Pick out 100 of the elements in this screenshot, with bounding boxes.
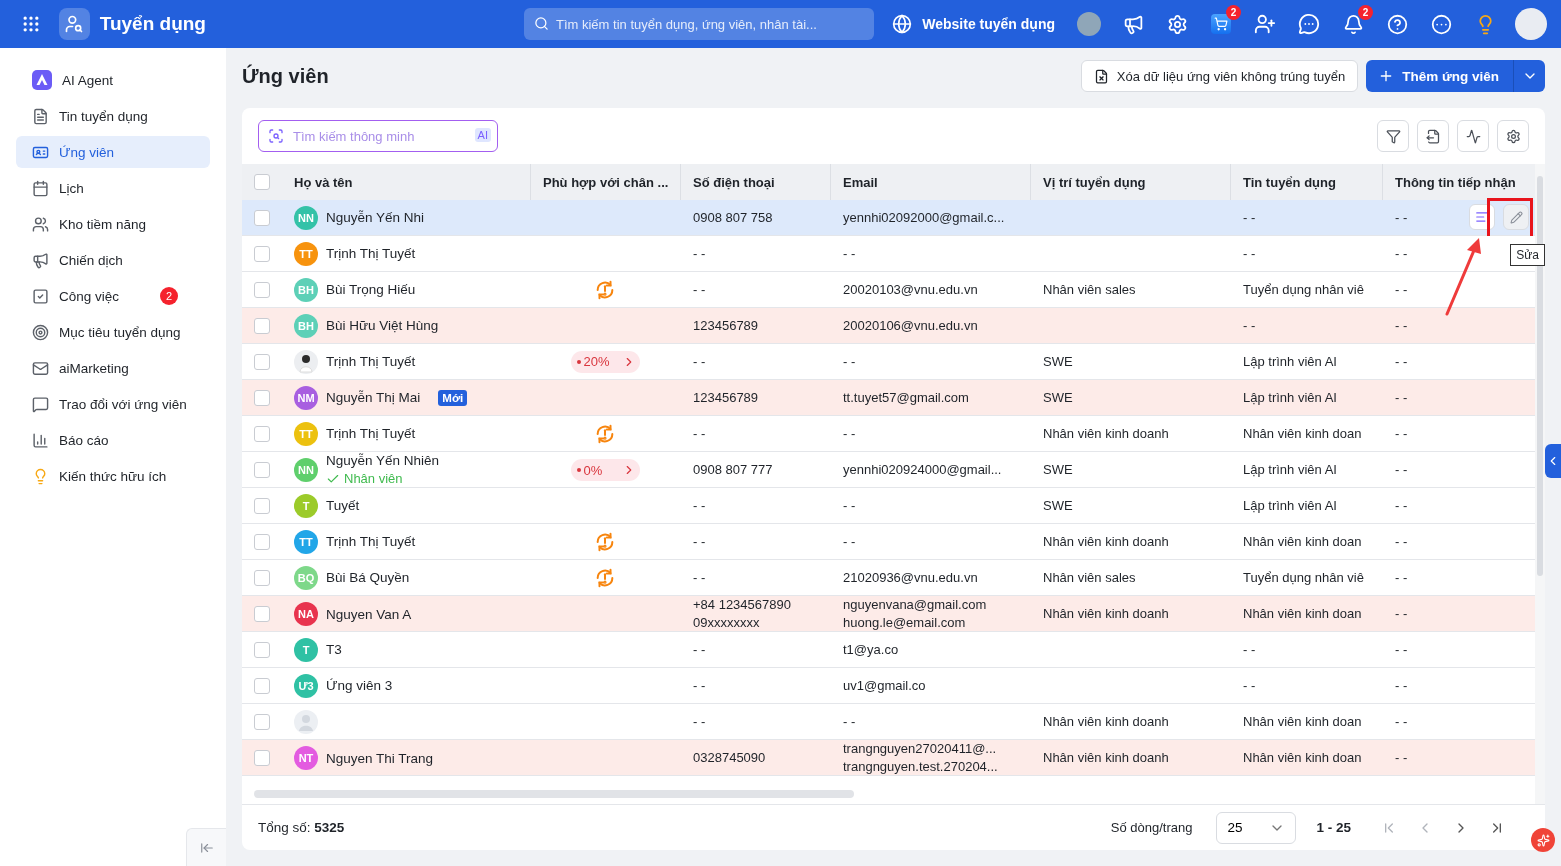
candidate-name[interactable]: T3: [326, 642, 342, 657]
table-row[interactable]: NT Nguyen Thi Trang 0328745090 trangnguyen27020411@... trangnguyen.test.270204... Nhân viên kinh doanh Nhân viên kinh doan - -: [242, 740, 1535, 776]
email-text: - -: [843, 532, 856, 551]
row-checkbox[interactable]: [254, 641, 270, 658]
table-row[interactable]: NA Nguyen Van A +84 1234567890 09xxxxxxxx nguyenvana@gmail.com huong.le@email.com Nhân viên kinh doanh Nhân viên kinh doan - -: [242, 596, 1535, 632]
candidate-name[interactable]: Bùi Hữu Việt Hùng: [326, 318, 439, 333]
candidate-name[interactable]: Tuyết: [326, 498, 360, 513]
job-post-text: - -: [1243, 244, 1256, 263]
match-score-tag[interactable]: 0%: [570, 459, 640, 481]
candidate-name[interactable]: Nguyen Thi Trang: [326, 750, 434, 766]
row-checkbox[interactable]: [254, 713, 270, 730]
row-checkbox[interactable]: [254, 533, 270, 550]
job-post-text: Nhân viên kinh doan: [1243, 532, 1362, 551]
sidebar-item[interactable]: Mục tiêu tuyển dụng: [16, 316, 210, 348]
intake-text: - -: [1395, 280, 1408, 299]
row-checkbox[interactable]: [254, 606, 270, 622]
target-icon: [32, 323, 49, 341]
job-post-text: Nhân viên kinh doan: [1243, 749, 1362, 767]
phone-text: 123456789: [693, 316, 759, 335]
phone-text: 0908 807 777: [693, 461, 773, 479]
assistant-button[interactable]: [1531, 828, 1555, 852]
candidate-name[interactable]: Bùi Trọng Hiếu: [326, 282, 416, 297]
column-header[interactable]: Họ và tên: [282, 164, 530, 200]
edit-button[interactable]: [1503, 204, 1529, 230]
user-avatar[interactable]: [1515, 8, 1547, 40]
table-row[interactable]: NM Nguyễn Thị Mai Mới 123456789 tt.tuyet57@gmail.com SWE Lập trình viên AI - -: [242, 380, 1535, 416]
select-all-checkbox[interactable]: [254, 174, 270, 190]
phone-text: - -: [693, 568, 706, 587]
phone-text: - -: [693, 532, 706, 551]
intake-text: - -: [1395, 244, 1408, 263]
sidebar-item[interactable]: Chiến dịch: [16, 244, 210, 276]
table-row[interactable]: BH Bùi Hữu Việt Hùng 123456789 20020106@vnu.edu.vn - - - -: [242, 308, 1535, 344]
sidebar-item[interactable]: aiMarketing: [16, 352, 210, 384]
email-text: yennhi020924000@gmail...: [843, 461, 1002, 479]
phone-text: - -: [693, 424, 706, 443]
row-checkbox[interactable]: [254, 750, 270, 766]
intake-text: - -: [1395, 208, 1408, 227]
row-checkbox[interactable]: [254, 245, 270, 262]
row-checkbox[interactable]: [254, 677, 270, 694]
users-icon: [32, 215, 49, 233]
filter-button[interactable]: [1377, 120, 1409, 152]
row-checkbox[interactable]: [254, 281, 270, 298]
email-text: - -: [843, 712, 856, 731]
avatar: [294, 349, 318, 374]
row-checkbox[interactable]: [254, 317, 270, 334]
sidebar-item[interactable]: AI Agent: [16, 64, 210, 96]
row-checkbox[interactable]: [254, 497, 270, 514]
add-candidate-button[interactable]: Thêm ứng viên: [1366, 60, 1513, 92]
clear-data-button[interactable]: Xóa dữ liệu ứng viên không trúng tuyển: [1080, 60, 1359, 92]
website-link[interactable]: Website tuyển dụng: [892, 14, 1055, 34]
row-checkbox[interactable]: [254, 425, 270, 442]
phone-text: 123456789: [693, 388, 759, 407]
collapse-sidebar-button[interactable]: [186, 828, 226, 866]
candidate-name[interactable]: Nguyễn Yến Nhi: [326, 210, 425, 225]
candidate-name[interactable]: Bùi Bá Quyền: [326, 570, 410, 585]
row-checkbox[interactable]: [254, 462, 270, 478]
email-text: - -: [843, 424, 856, 443]
phone-text: - -: [693, 712, 706, 731]
row-checkbox[interactable]: [254, 209, 270, 226]
horizontal-scrollbar[interactable]: [254, 790, 854, 798]
candidate-name[interactable]: Nguyễn Thị Mai: [326, 390, 421, 405]
candidate-name[interactable]: Trịnh Thị Tuyết: [326, 534, 416, 549]
expand-panel-button[interactable]: [1545, 444, 1561, 478]
sidebar-item[interactable]: Tin tuyển dụng: [16, 100, 210, 132]
sidebar-item[interactable]: Lịch: [16, 172, 210, 204]
phone-text: - -: [693, 640, 706, 659]
sidebar-item[interactable]: Ứng viên: [16, 136, 210, 168]
sidebar-item[interactable]: Báo cáo: [16, 424, 210, 456]
sidebar-item[interactable]: Kiến thức hữu ích: [16, 460, 210, 492]
candidate-name[interactable]: Nguyễn Yến Nhiên: [326, 452, 440, 470]
intake-text: - -: [1395, 568, 1408, 587]
export-button[interactable]: [1417, 120, 1449, 152]
row-checkbox[interactable]: [254, 353, 270, 370]
row-checkbox[interactable]: [254, 569, 270, 586]
email-text: 20020103@vnu.edu.vn: [843, 280, 978, 299]
candidate-name[interactable]: Nguyen Van A: [326, 606, 412, 622]
activity-button[interactable]: [1457, 120, 1489, 152]
employee-status: Nhân viên: [326, 470, 403, 488]
phone-text: +84 1234567890: [693, 596, 791, 614]
sidebar-item[interactable]: Trao đổi với ứng viên: [16, 388, 210, 420]
sidebar-item[interactable]: Công việc 2: [16, 280, 210, 312]
email-text: - -: [843, 244, 856, 263]
candidate-name[interactable]: Trịnh Thị Tuyết: [326, 246, 416, 261]
avatar-placeholder-icon: [294, 709, 318, 734]
email-text: - -: [843, 352, 856, 371]
app-title: Tuyển dụng: [99, 13, 206, 35]
settings-button[interactable]: [1497, 120, 1529, 152]
job-post-text: - -: [1243, 208, 1256, 227]
match-score-tag[interactable]: 20%: [570, 350, 640, 373]
row-checkbox[interactable]: [254, 389, 270, 406]
candidate-name[interactable]: Trịnh Thị Tuyết: [326, 426, 416, 441]
rows-per-page-select[interactable]: 25: [1216, 811, 1297, 844]
candidate-name[interactable]: Ứng viên 3: [326, 678, 393, 693]
position-text: Nhân viên kinh doanh: [1043, 532, 1169, 551]
avatar: Ư3: [294, 673, 318, 698]
avatar: NN: [294, 458, 318, 482]
add-options-button[interactable]: [1513, 60, 1545, 92]
avatar: TT: [294, 529, 318, 554]
candidate-name[interactable]: Trịnh Thị Tuyết: [326, 354, 416, 369]
sidebar-item[interactable]: Kho tiềm năng: [16, 208, 210, 240]
